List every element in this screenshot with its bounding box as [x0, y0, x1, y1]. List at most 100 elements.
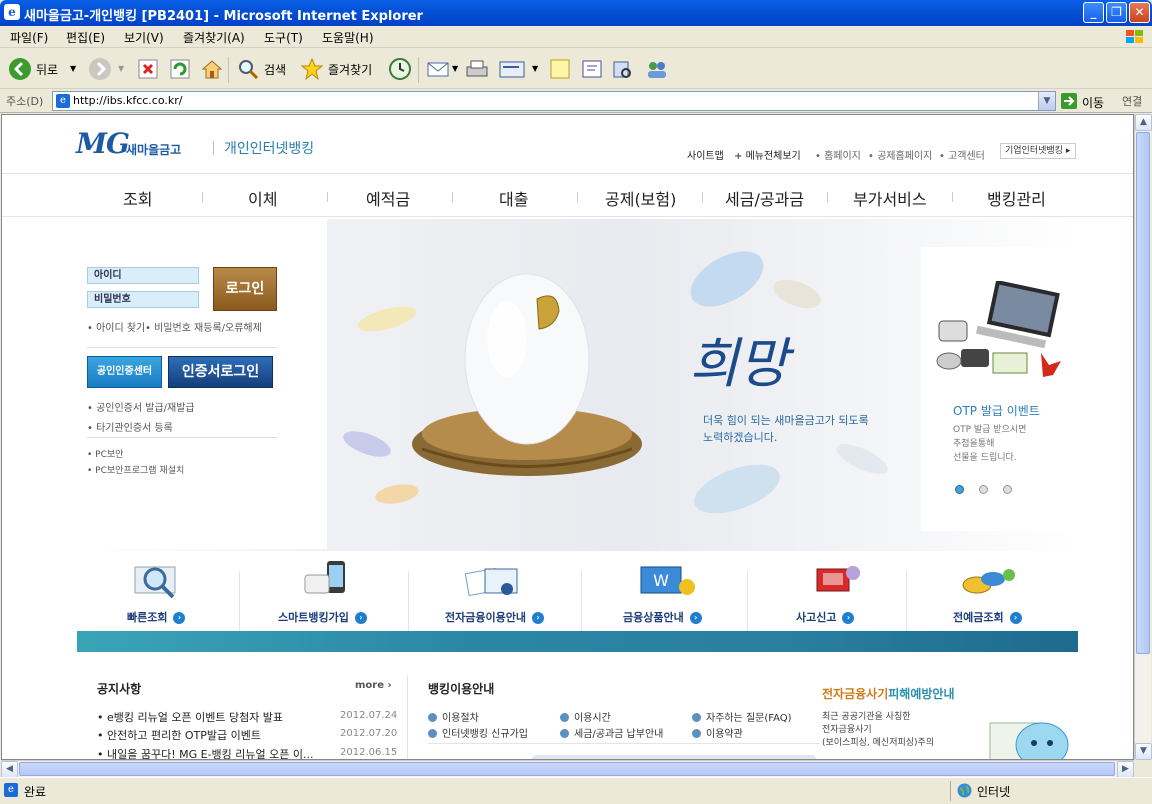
forward-dropdown-icon[interactable]: ▼ [118, 64, 124, 73]
guide-item-tax-payment[interactable]: 세금/공과금 납부안내 [560, 725, 663, 740]
quick-item-fast-inquiry[interactable]: 빠른조회 › [127, 609, 186, 625]
logo-name[interactable]: 새마을금고 [126, 141, 181, 158]
mail-icon[interactable] [426, 56, 450, 82]
nav-insurance[interactable]: 공제(보험) [605, 186, 676, 210]
back-dropdown-icon[interactable]: ▼ [70, 64, 76, 73]
pc-security-link[interactable]: • PC보안 [87, 447, 123, 460]
status-bar: e 완료 인터넷 [0, 777, 1152, 804]
guide-item-hours[interactable]: 이용시간 [560, 709, 611, 724]
password-input[interactable]: 비밀번호 [87, 291, 199, 308]
go-label[interactable]: 이동 [1082, 94, 1104, 111]
favorites-star-icon[interactable] [300, 56, 324, 82]
otp-line-2: 추첨을통해 [953, 439, 995, 449]
mutual-homepage-link[interactable]: • 공제홈페이지 [868, 147, 932, 162]
mail-dropdown-icon[interactable]: ▼ [452, 64, 458, 73]
home-icon[interactable] [200, 56, 224, 82]
messenger-icon[interactable] [580, 56, 604, 82]
maximize-button[interactable]: ❐ [1106, 2, 1127, 23]
search-icon[interactable] [236, 56, 260, 82]
guide-item-signup[interactable]: 인터넷뱅킹 신규가입 [428, 725, 528, 740]
notice-more-link[interactable]: more › [355, 680, 392, 691]
print-icon[interactable] [464, 56, 490, 82]
nav-transfer[interactable]: 이체 [248, 186, 277, 210]
carousel-dot-2[interactable] [979, 485, 988, 494]
scroll-left-button[interactable]: ◀ [1, 761, 18, 778]
address-input[interactable]: e http://ibs.kfcc.co.kr/ ▼ [52, 91, 1056, 111]
scroll-up-button[interactable]: ▲ [1135, 114, 1152, 131]
vertical-scroll-thumb[interactable] [1136, 132, 1150, 654]
contacts-icon[interactable] [644, 56, 670, 82]
guide-item-terms[interactable]: 이용약관 [692, 725, 743, 740]
quick-item-e-finance-guide[interactable]: 전자금융이용안내 › [445, 609, 544, 625]
otp-title[interactable]: OTP 발급 이벤트 [953, 402, 1040, 419]
horizontal-scrollbar[interactable]: ◀ ▶ [1, 760, 1134, 778]
nav-banking-management[interactable]: 뱅킹관리 [987, 186, 1046, 210]
stop-icon[interactable] [136, 56, 160, 82]
chevron-right-icon: › [173, 612, 186, 624]
edit-icon[interactable] [498, 56, 526, 82]
close-button[interactable]: ✕ [1129, 2, 1150, 23]
corporate-banking-button[interactable]: 기업인터넷뱅킹 ▸ [1000, 143, 1076, 159]
favorites-label[interactable]: 즐겨찾기 [328, 61, 372, 78]
notice-item[interactable]: • 내일을 꿈꾸다! MG E-뱅킹 리뉴얼 오픈 이... [97, 746, 314, 759]
minimize-button[interactable]: _ [1083, 2, 1104, 23]
menu-tools[interactable]: 도구(T) [264, 29, 303, 46]
address-dropdown-icon[interactable]: ▼ [1038, 92, 1055, 110]
back-label[interactable]: 뒤로 [36, 61, 58, 78]
research-icon[interactable] [610, 56, 634, 82]
horizontal-scroll-thumb[interactable] [19, 762, 1115, 776]
menu-edit[interactable]: 편집(E) [66, 29, 105, 46]
vertical-scrollbar[interactable]: ▲ ▼ [1134, 114, 1152, 760]
menu-view[interactable]: 보기(V) [124, 29, 164, 46]
guide-item-faq[interactable]: 자주하는 질문(FAQ) [692, 709, 792, 724]
login-button[interactable]: 로그인 [213, 267, 277, 311]
go-arrow-icon[interactable] [1060, 92, 1078, 110]
find-id-link[interactable]: • 아이디 찾기 [87, 319, 145, 334]
quick-all-deposits-label: 전예금조회 [953, 611, 1004, 624]
quick-item-all-deposits[interactable]: 전예금조회 › [953, 609, 1022, 625]
cert-login-button[interactable]: 인증서로그인 [168, 356, 273, 388]
menu-favorites[interactable]: 즐겨찾기(A) [183, 29, 245, 46]
guide-item-procedure[interactable]: 이용절차 [428, 709, 479, 724]
logo-mg[interactable]: MG [76, 127, 130, 160]
nav-deposit[interactable]: 예적금 [366, 186, 410, 210]
allmenu-link[interactable]: + 메뉴전체보기 [734, 147, 801, 162]
edit-dropdown-icon[interactable]: ▼ [532, 64, 538, 73]
mutual-homepage-label: 공제홈페이지 [877, 151, 933, 162]
scroll-right-button[interactable]: ▶ [1117, 761, 1134, 778]
nav-tax[interactable]: 세금/공과금 [725, 186, 804, 210]
carousel-dot-1[interactable] [955, 485, 964, 494]
cert-center-button[interactable]: 공인인증센터 [87, 356, 162, 388]
reset-password-link[interactable]: • 비밀번호 재등록/오류해제 [145, 319, 262, 334]
homepage-link[interactable]: • 홈페이지 [815, 147, 861, 162]
scroll-down-button[interactable]: ▼ [1135, 743, 1152, 760]
notice-item[interactable]: • 안전하고 편리한 OTP발급 이벤트 [97, 727, 261, 743]
links-label[interactable]: 연결 [1122, 93, 1142, 109]
cert-other-link[interactable]: • 타기관인증서 등록 [87, 419, 173, 434]
discuss-icon[interactable] [548, 56, 572, 82]
notice-item[interactable]: • e뱅킹 리뉴얼 오픈 이벤트 당첨자 발표 [97, 709, 283, 725]
sitemap-link[interactable]: 사이트맵 [687, 147, 724, 162]
history-icon[interactable] [388, 56, 412, 82]
id-input[interactable]: 아이디 [87, 267, 199, 284]
nav-extra-services[interactable]: 부가서비스 [853, 186, 927, 210]
carousel-dot-3[interactable] [1003, 485, 1012, 494]
address-url[interactable]: http://ibs.kfcc.co.kr/ [73, 94, 182, 107]
cert-issue-link[interactable]: • 공인인증서 발급/재발급 [87, 399, 195, 414]
pc-reinstall-link[interactable]: • PC보안프로그램 재설치 [87, 463, 184, 476]
internet-globe-icon [957, 783, 972, 798]
nav-inquiry[interactable]: 조회 [123, 186, 152, 210]
quick-item-financial-products[interactable]: 금융상품안내 › [623, 609, 702, 625]
menu-file[interactable]: 파일(F) [10, 29, 48, 46]
quick-item-incident-report[interactable]: 사고신고 › [796, 609, 855, 625]
guide-title: 뱅킹이용안내 [428, 682, 495, 696]
fraud-warning-panel[interactable]: 전자금융사기피해예방안내 최근 공공기관을 사칭한 전자금융사기 (보이스피싱,… [820, 675, 1078, 759]
customer-center-link[interactable]: • 고객센터 [939, 147, 985, 162]
refresh-icon[interactable] [168, 56, 192, 82]
nav-loan[interactable]: 대출 [499, 186, 528, 210]
forward-arrow-icon[interactable] [88, 56, 112, 82]
quick-item-smart-banking[interactable]: 스마트뱅킹가입 › [278, 609, 367, 625]
search-label[interactable]: 검색 [264, 61, 286, 78]
menu-help[interactable]: 도움말(H) [322, 29, 374, 46]
back-arrow-icon[interactable] [8, 56, 32, 82]
